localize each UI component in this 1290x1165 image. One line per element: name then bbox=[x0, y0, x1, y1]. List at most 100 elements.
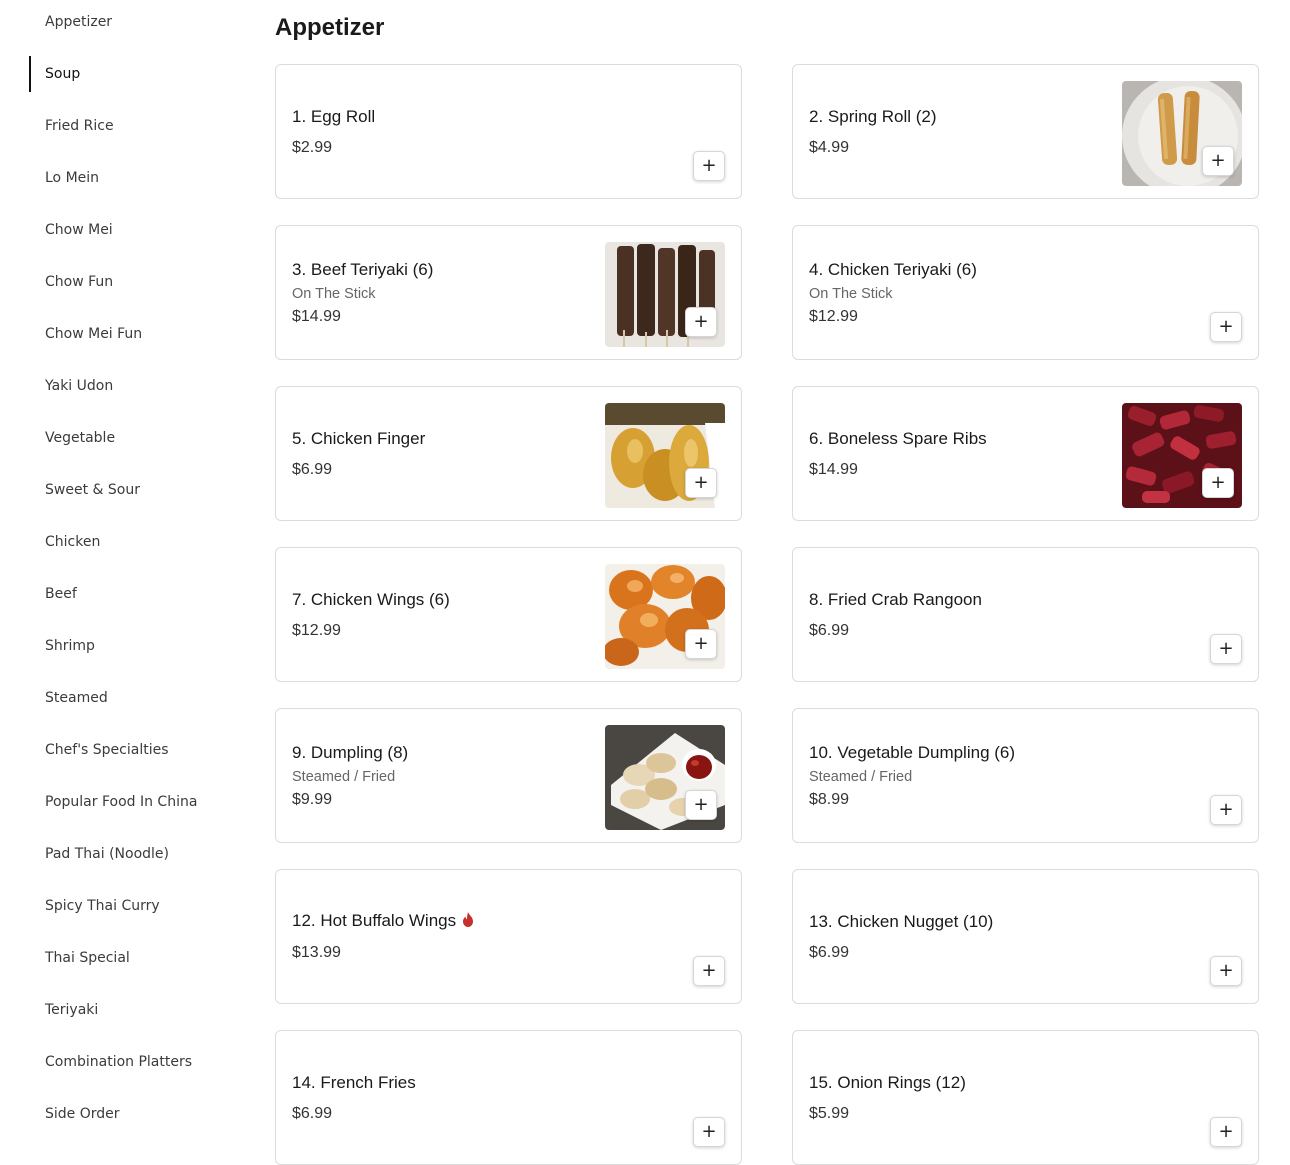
item-name-row: 12. Hot Buffalo Wings bbox=[292, 911, 581, 932]
item-price: $14.99 bbox=[292, 307, 341, 325]
add-to-cart-button[interactable]: + bbox=[685, 790, 717, 820]
plus-icon: + bbox=[1210, 472, 1226, 493]
add-to-cart-button[interactable]: + bbox=[693, 956, 725, 986]
category-sidebar: Appetizer Soup Fried Rice Lo Mein Chow M… bbox=[0, 0, 250, 1149]
plus-icon: + bbox=[1210, 150, 1226, 171]
plus-icon: + bbox=[701, 960, 717, 981]
sidebar-item-yaki-udon[interactable]: Yaki Udon bbox=[45, 376, 113, 396]
spicy-fire-icon bbox=[462, 912, 474, 932]
menu-item-card[interactable]: 5. Chicken Finger $6.99 + bbox=[275, 386, 742, 521]
menu-item-card[interactable]: 7. Chicken Wings (6) $12.99 + bbox=[275, 547, 742, 682]
sidebar-item-pad-thai[interactable]: Pad Thai (Noodle) bbox=[45, 844, 169, 864]
item-price: $6.99 bbox=[809, 621, 850, 639]
plus-icon: + bbox=[701, 1121, 717, 1142]
sidebar-item-steamed[interactable]: Steamed bbox=[45, 688, 108, 708]
add-to-cart-button[interactable]: + bbox=[693, 151, 725, 181]
plus-icon: + bbox=[693, 472, 709, 493]
add-to-cart-button[interactable]: + bbox=[1210, 956, 1242, 986]
item-price: $8.99 bbox=[809, 790, 850, 808]
sidebar-item-chicken[interactable]: Chicken bbox=[45, 532, 100, 552]
item-name: 9. Dumpling (8) bbox=[292, 742, 409, 762]
item-name: 14. French Fries bbox=[292, 1072, 416, 1092]
item-name: 4. Chicken Teriyaki (6) bbox=[809, 259, 977, 279]
sidebar-item-popular-food-in-china[interactable]: Popular Food In China bbox=[45, 792, 197, 812]
item-name: 7. Chicken Wings (6) bbox=[292, 589, 450, 609]
item-price: $9.99 bbox=[292, 790, 333, 808]
plus-icon: + bbox=[1218, 638, 1234, 659]
plus-icon: + bbox=[1218, 960, 1234, 981]
item-description: Steamed / Fried bbox=[809, 768, 913, 785]
menu-item-card[interactable]: 10. Vegetable Dumpling (6) Steamed / Fri… bbox=[792, 708, 1259, 843]
sidebar-item-chow-mei[interactable]: Chow Mei bbox=[45, 220, 113, 240]
sidebar-item-vegetable[interactable]: Vegetable bbox=[45, 428, 115, 448]
menu-item-card[interactable]: 14. French Fries $6.99 + bbox=[275, 1030, 742, 1165]
sidebar-item-side-order[interactable]: Side Order bbox=[45, 1104, 120, 1124]
active-category-indicator bbox=[29, 56, 31, 92]
item-name: 13. Chicken Nugget (10) bbox=[809, 911, 994, 931]
plus-icon: + bbox=[693, 633, 709, 654]
item-name: 1. Egg Roll bbox=[292, 106, 376, 126]
add-to-cart-button[interactable]: + bbox=[685, 307, 717, 337]
menu-item-card[interactable]: 1. Egg Roll $2.99 + bbox=[275, 64, 742, 199]
sidebar-item-combination-platters[interactable]: Combination Platters bbox=[45, 1052, 192, 1072]
item-name: 15. Onion Rings (12) bbox=[809, 1072, 966, 1092]
sidebar-item-sweet-sour[interactable]: Sweet & Sour bbox=[45, 480, 140, 500]
sidebar-item-teriyaki[interactable]: Teriyaki bbox=[45, 1000, 98, 1020]
sidebar-item-spicy-thai-curry[interactable]: Spicy Thai Curry bbox=[45, 896, 160, 916]
item-name: 8. Fried Crab Rangoon bbox=[809, 589, 982, 609]
item-price: $6.99 bbox=[809, 943, 850, 961]
sidebar-item-soup[interactable]: Soup bbox=[45, 64, 80, 84]
plus-icon: + bbox=[693, 311, 709, 332]
item-name: 10. Vegetable Dumpling (6) bbox=[809, 742, 1016, 762]
sidebar-item-chow-mei-fun[interactable]: Chow Mei Fun bbox=[45, 324, 142, 344]
sidebar-item-appetizer[interactable]: Appetizer bbox=[45, 12, 112, 32]
section-title: Appetizer bbox=[275, 14, 385, 41]
item-description: Steamed / Fried bbox=[292, 768, 396, 785]
item-description: On The Stick bbox=[292, 285, 376, 302]
plus-icon: + bbox=[701, 155, 717, 176]
menu-item-card[interactable]: 3. Beef Teriyaki (6) On The Stick $14.99… bbox=[275, 225, 742, 360]
menu-item-card[interactable]: 15. Onion Rings (12) $5.99 + bbox=[792, 1030, 1259, 1165]
sidebar-item-chefs-specialties[interactable]: Chef's Specialties bbox=[45, 740, 169, 760]
item-description: On The Stick bbox=[809, 285, 893, 302]
plus-icon: + bbox=[1218, 799, 1234, 820]
add-to-cart-button[interactable]: + bbox=[693, 1117, 725, 1147]
menu-item-card[interactable]: 8. Fried Crab Rangoon $6.99 + bbox=[792, 547, 1259, 682]
add-to-cart-button[interactable]: + bbox=[1202, 468, 1234, 498]
menu-item-card[interactable]: 2. Spring Roll (2) $4.99 + bbox=[792, 64, 1259, 199]
item-price: $13.99 bbox=[292, 944, 341, 961]
menu-item-card[interactable]: 12. Hot Buffalo Wings $13.99 + bbox=[275, 869, 742, 1004]
add-to-cart-button[interactable]: + bbox=[1210, 1117, 1242, 1147]
sidebar-item-thai-special[interactable]: Thai Special bbox=[45, 948, 130, 968]
item-price: $6.99 bbox=[292, 1104, 333, 1122]
item-name: 5. Chicken Finger bbox=[292, 428, 426, 448]
add-to-cart-button[interactable]: + bbox=[1202, 146, 1234, 176]
item-price: $6.99 bbox=[292, 460, 333, 478]
item-name: 2. Spring Roll (2) bbox=[809, 106, 937, 126]
sidebar-item-chow-fun[interactable]: Chow Fun bbox=[45, 272, 113, 292]
plus-icon: + bbox=[1218, 1121, 1234, 1142]
plus-icon: + bbox=[1218, 316, 1234, 337]
item-price: $2.99 bbox=[292, 138, 333, 156]
item-name: 6. Boneless Spare Ribs bbox=[809, 428, 987, 448]
item-price: $12.99 bbox=[292, 621, 341, 639]
sidebar-item-shrimp[interactable]: Shrimp bbox=[45, 636, 95, 656]
sidebar-item-fried-rice[interactable]: Fried Rice bbox=[45, 116, 114, 136]
menu-item-card[interactable]: 6. Boneless Spare Ribs $14.99 + bbox=[792, 386, 1259, 521]
menu-item-card[interactable]: 13. Chicken Nugget (10) $6.99 + bbox=[792, 869, 1259, 1004]
item-price: $4.99 bbox=[809, 138, 850, 156]
plus-icon: + bbox=[693, 794, 709, 815]
add-to-cart-button[interactable]: + bbox=[1210, 634, 1242, 664]
item-price: $12.99 bbox=[809, 307, 858, 325]
item-price: $14.99 bbox=[809, 460, 858, 478]
sidebar-item-lo-mein[interactable]: Lo Mein bbox=[45, 168, 99, 188]
sidebar-item-beef[interactable]: Beef bbox=[45, 584, 77, 604]
add-to-cart-button[interactable]: + bbox=[685, 468, 717, 498]
menu-item-card[interactable]: 9. Dumpling (8) Steamed / Fried $9.99 + bbox=[275, 708, 742, 843]
item-price: $5.99 bbox=[809, 1104, 850, 1122]
add-to-cart-button[interactable]: + bbox=[1210, 795, 1242, 825]
add-to-cart-button[interactable]: + bbox=[685, 629, 717, 659]
item-name: 12. Hot Buffalo Wings bbox=[292, 911, 457, 930]
menu-item-card[interactable]: 4. Chicken Teriyaki (6) On The Stick $12… bbox=[792, 225, 1259, 360]
add-to-cart-button[interactable]: + bbox=[1210, 312, 1242, 342]
